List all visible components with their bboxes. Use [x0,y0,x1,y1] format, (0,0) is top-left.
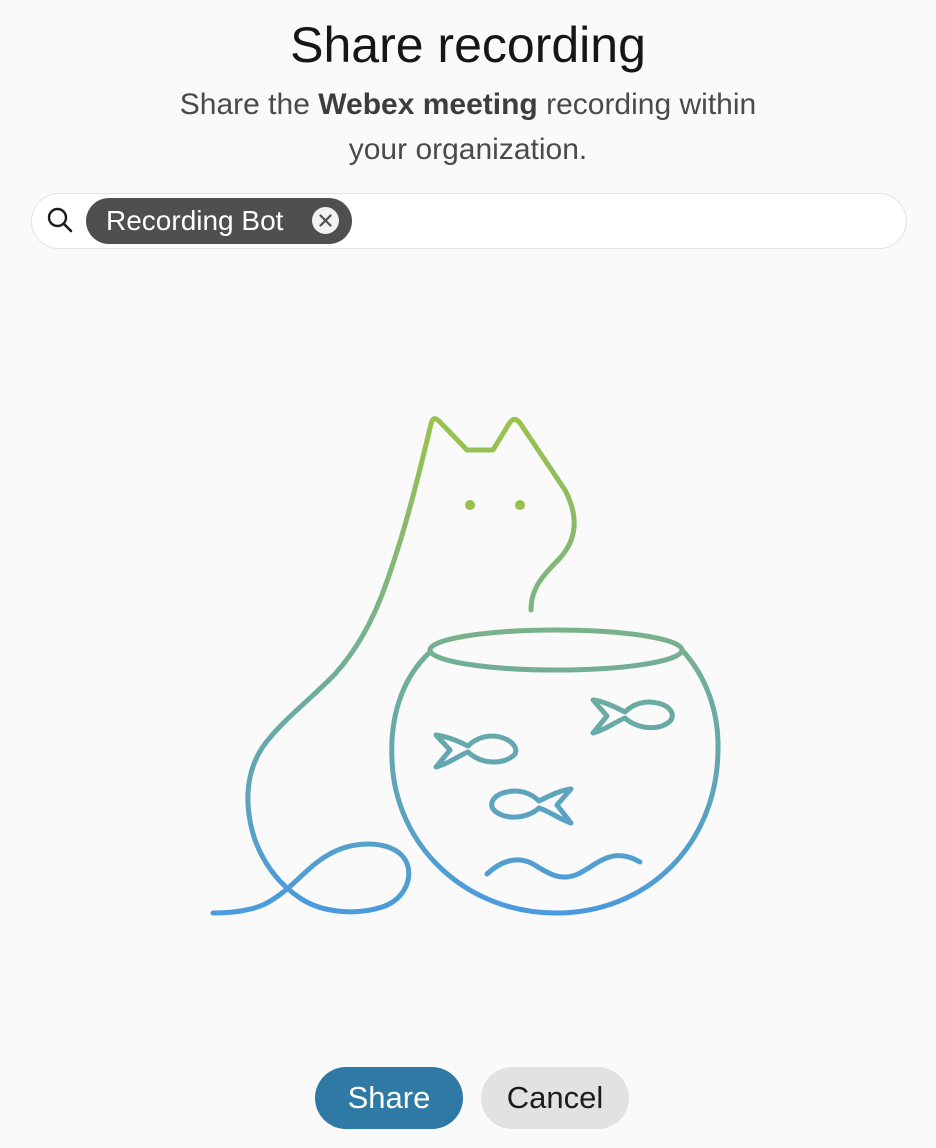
cat-and-fishbowl-illustration [210,416,721,916]
dialog-subtitle: Share the Webex meeting recording within… [168,82,768,172]
share-button[interactable]: Share [315,1067,463,1129]
dialog-title: Share recording [290,17,646,73]
cat-left-eye [465,500,475,510]
fish-middle [489,786,574,826]
cat-right-eye [515,500,525,510]
water-wave [484,853,643,880]
share-search-box[interactable]: Recording Bot [31,193,907,249]
fish-left [433,732,519,770]
fish-top-right [590,697,675,736]
close-icon[interactable] [312,207,339,234]
search-icon [46,206,74,234]
bowl-rim [427,627,685,673]
subtitle-prefix: Share the [179,88,319,121]
recipient-chip-label: Recording Bot [106,205,284,236]
cancel-button[interactable]: Cancel [481,1067,629,1129]
subtitle-bold: Webex meeting [318,88,538,121]
recipient-chip: Recording Bot [86,198,352,244]
search-input[interactable] [362,200,886,244]
cat-outline [210,416,577,916]
